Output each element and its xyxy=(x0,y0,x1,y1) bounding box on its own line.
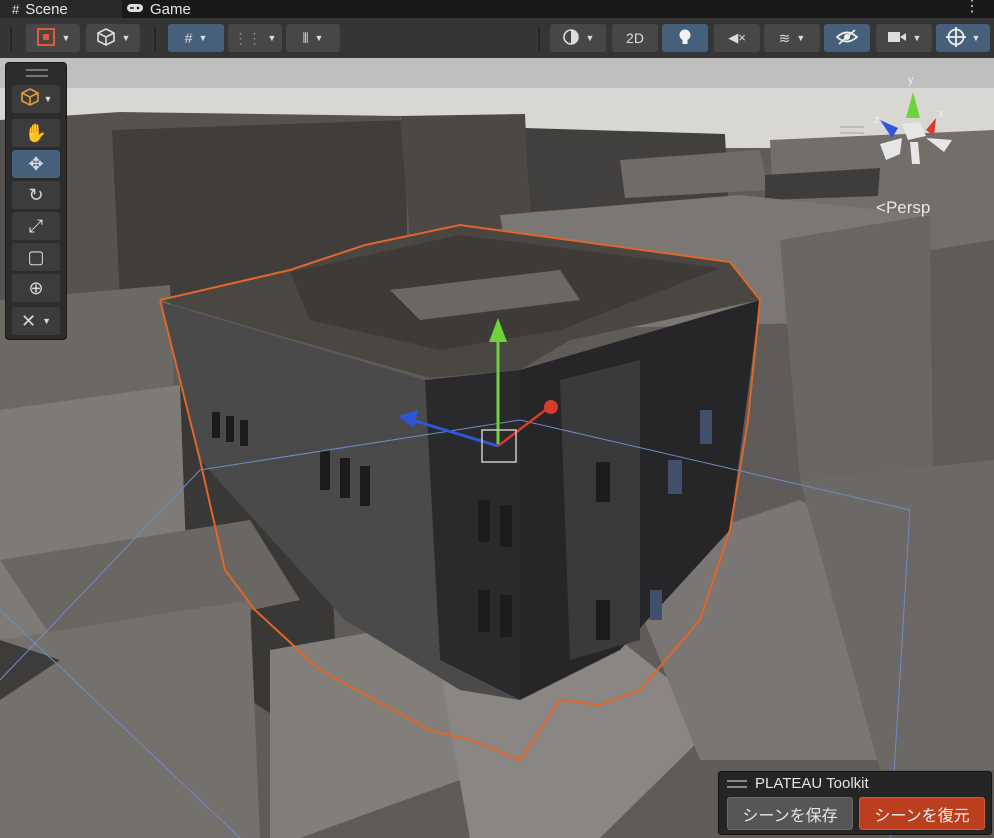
view-tool-button[interactable]: ✋ xyxy=(12,119,60,147)
rotate-tool-button[interactable]: ↻ xyxy=(12,181,60,209)
chevron-down-icon: ▼ xyxy=(121,33,131,43)
toolbar-grip[interactable] xyxy=(10,26,12,50)
camera-settings-button[interactable]: ▼ xyxy=(876,24,932,52)
2d-mode-label: 2D xyxy=(626,30,644,46)
tool-context-button[interactable]: ▼ xyxy=(12,85,60,113)
tool-handle-position-button[interactable]: ▼ xyxy=(26,24,80,52)
chevron-left-icon: < xyxy=(876,198,886,217)
chevron-down-icon: ▼ xyxy=(912,33,922,43)
lighting-toggle-button[interactable] xyxy=(662,24,708,52)
gamepad-icon xyxy=(126,2,144,17)
toolbar-separator xyxy=(538,26,540,50)
audio-muted-icon: ◀× xyxy=(728,30,746,45)
chevron-down-icon: ▼ xyxy=(43,94,53,104)
background-building xyxy=(780,215,935,480)
wrench-icon: ✕ xyxy=(20,310,37,331)
scale-icon: ⤢ xyxy=(28,215,44,236)
gizmo-z-cone[interactable] xyxy=(880,120,898,138)
gizmos-button[interactable]: ▼ xyxy=(936,24,990,52)
grid-snap-icon: # xyxy=(184,30,193,46)
editor-tab-bar: # Scene Game ⋮ xyxy=(0,0,994,18)
draw-mode-button[interactable]: ▼ xyxy=(550,24,606,52)
gizmo-x-label: x xyxy=(938,108,944,120)
orientation-gizmo[interactable]: y x z xyxy=(868,72,958,182)
gizmo-x-cone[interactable] xyxy=(926,118,936,136)
tab-game[interactable]: Game xyxy=(126,0,226,18)
sky-top xyxy=(0,58,994,88)
plateau-toolkit-overlay: PLATEAU Toolkit シーンを保存 シーンを復元 xyxy=(718,771,992,835)
toolbar-separator xyxy=(154,26,156,50)
projection-label: Persp xyxy=(885,198,931,217)
gizmo-globe-icon xyxy=(945,26,966,50)
shading-sphere-icon xyxy=(562,28,580,49)
projection-toggle[interactable]: <Persp xyxy=(876,198,930,218)
save-scene-button[interactable]: シーンを保存 xyxy=(727,797,853,830)
camera-icon xyxy=(887,30,907,47)
transform-tool-button[interactable]: ⊕ xyxy=(12,274,60,302)
chevron-down-icon: ▼ xyxy=(585,33,595,43)
chevron-down-icon: ▼ xyxy=(42,316,51,326)
lightbulb-icon xyxy=(677,28,693,49)
restore-scene-button[interactable]: シーンを復元 xyxy=(859,797,985,830)
audio-toggle-button[interactable]: ◀× xyxy=(714,24,760,52)
foreground-block xyxy=(0,600,260,838)
overlay-drag-handle[interactable] xyxy=(840,126,864,134)
rotate-icon: ↻ xyxy=(28,184,44,205)
increment-snapping-button[interactable]: ⋮⋮ ▼ xyxy=(228,24,282,52)
gizmo-neg-z-cone[interactable] xyxy=(880,138,902,160)
rect-transform-icon: ▢ xyxy=(27,246,45,267)
hidden-eye-icon xyxy=(835,28,859,48)
chevron-down-icon: ▼ xyxy=(267,33,277,43)
more-options-icon[interactable]: ⋮ xyxy=(964,0,980,15)
scene-visibility-button[interactable] xyxy=(824,24,870,52)
cube-icon xyxy=(96,27,116,50)
scene-render xyxy=(0,58,994,838)
tab-scene-label: Scene xyxy=(25,0,68,18)
2d-mode-button[interactable]: 2D xyxy=(612,24,658,52)
chevron-down-icon: ▼ xyxy=(61,33,71,43)
grid-snapping-button[interactable]: # ▼ xyxy=(168,24,224,52)
move-tool-button[interactable]: ✥ xyxy=(12,150,60,178)
scene-viewport[interactable] xyxy=(0,58,994,838)
global-local-button[interactable]: ▼ xyxy=(86,24,140,52)
layers-effects-icon: ≋ xyxy=(778,29,791,46)
rect-tool-button[interactable]: ▢ xyxy=(12,243,60,271)
chevron-down-icon: ▼ xyxy=(971,33,981,43)
panel-grip[interactable] xyxy=(26,69,48,77)
scene-toolbar: ▼ ▼ # ▼ ⋮⋮ ▼ ⫴ ▼ ▼ 2D ◀× ≋ ▼ ▼ ▼ xyxy=(0,18,994,59)
move-arrows-icon: ✥ xyxy=(28,153,44,174)
overlay-grip-icon xyxy=(727,779,747,788)
plateau-toolkit-title: PLATEAU Toolkit xyxy=(755,775,869,792)
tab-game-label: Game xyxy=(150,0,191,18)
plateau-toolkit-header[interactable]: PLATEAU Toolkit xyxy=(727,775,869,792)
chevron-down-icon: ▼ xyxy=(314,33,324,43)
scale-tool-button[interactable]: ⤢ xyxy=(12,212,60,240)
snap-increment-icon: ⋮⋮ xyxy=(233,29,262,46)
gizmo-neg-x-cone[interactable] xyxy=(926,138,952,152)
effects-button[interactable]: ≋ ▼ xyxy=(764,24,820,52)
hand-icon: ✋ xyxy=(24,122,48,143)
gizmo-center-cube[interactable] xyxy=(902,122,926,140)
cube-orange-icon xyxy=(20,87,40,112)
grid-icon: # xyxy=(12,1,20,17)
align-button[interactable]: ⫴ ▼ xyxy=(286,24,340,52)
pivot-icon xyxy=(36,27,56,50)
gizmo-z-label: z xyxy=(874,114,880,126)
gizmo-y-cone[interactable] xyxy=(906,92,920,118)
align-icon: ⫴ xyxy=(302,29,309,46)
chevron-down-icon: ▼ xyxy=(198,33,208,43)
gizmo-y-label: y xyxy=(908,74,914,86)
transform-icon: ⊕ xyxy=(28,277,44,298)
chevron-down-icon: ▼ xyxy=(796,33,806,43)
gizmo-neg-y-cone[interactable] xyxy=(910,142,920,164)
tools-overlay-panel: ▼ ✋ ✥ ↻ ⤢ ▢ ⊕ ✕ ▼ xyxy=(5,62,67,340)
tab-scene[interactable]: # Scene xyxy=(0,0,122,18)
x-axis-cap[interactable] xyxy=(544,400,558,414)
custom-tool-button[interactable]: ✕ ▼ xyxy=(12,307,60,335)
